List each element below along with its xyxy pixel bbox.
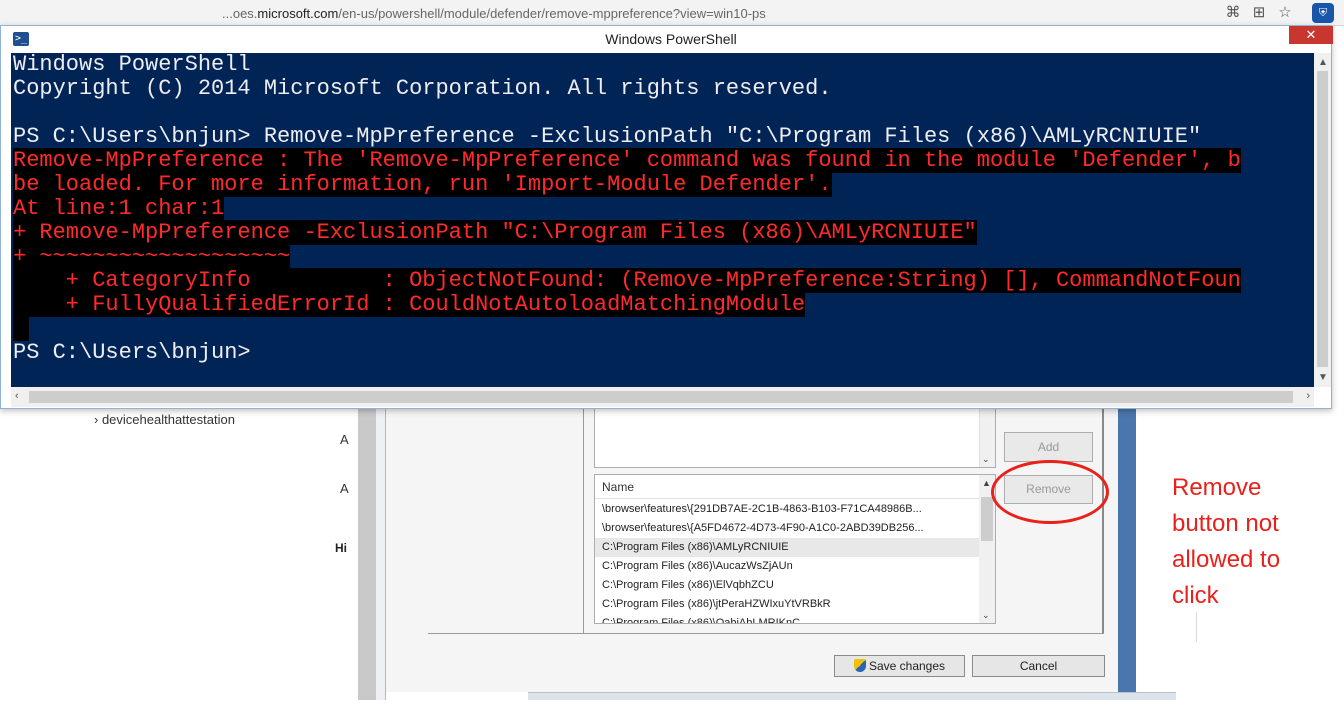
- address-bar[interactable]: ...oes.microsoft.com/en-us/powershell/mo…: [222, 6, 766, 21]
- save-changes-label: Save changes: [868, 659, 946, 673]
- save-changes-button[interactable]: Save changes: [834, 655, 965, 677]
- chevron-down-icon[interactable]: ⌄: [982, 610, 990, 621]
- console-output[interactable]: Windows PowerShell Copyright (C) 2014 Mic…: [11, 53, 1314, 387]
- console-line: [13, 317, 1241, 341]
- vertical-scrollbar[interactable]: ▲ ▼: [1314, 53, 1331, 387]
- side-text-fragment: A: [340, 481, 349, 496]
- list-item[interactable]: C:\Program Files (x86)\OabjAbLMRIKnC: [595, 614, 980, 623]
- chevron-down-icon[interactable]: ▼: [1318, 372, 1328, 383]
- translate-icon[interactable]: ⌘: [1224, 4, 1242, 22]
- background-column-edge: [376, 408, 386, 700]
- console-text: PS C:\Users\bnjun>: [13, 340, 251, 365]
- star-icon[interactable]: ☆: [1276, 4, 1294, 22]
- uac-shield-icon: [853, 659, 866, 672]
- reader-icon[interactable]: ⊞: [1250, 4, 1268, 22]
- console-text: Copyright (C) 2014 Microsoft Corporation…: [13, 76, 832, 101]
- exclusion-path-input[interactable]: ⌄: [594, 404, 996, 468]
- dialog-frame-bottom: [528, 692, 1176, 700]
- window-title: Windows PowerShell: [605, 31, 737, 47]
- list-scrollbar-thumb[interactable]: [981, 497, 993, 541]
- console-error-text: At line:1 char:1: [13, 196, 225, 221]
- annotation-line: click: [1172, 582, 1219, 609]
- chevron-up-icon[interactable]: ▲: [982, 478, 991, 488]
- close-button[interactable]: ✕: [1289, 26, 1333, 44]
- browser-toolbar: ...oes.microsoft.com/en-us/powershell/mo…: [0, 0, 1344, 26]
- console-line: PS C:\Users\bnjun> Remove-MpPreference -…: [13, 125, 1241, 149]
- console-line: Remove-MpPreference : The 'Remove-MpPref…: [13, 148, 1241, 173]
- console-line: + CategoryInfo : ObjectNotFound: (Remove…: [13, 268, 1241, 293]
- console-line: PS C:\Users\bnjun>: [13, 341, 1241, 365]
- divider: [428, 633, 583, 634]
- console-error-text: Remove-MpPreference : The 'Remove-MpPref…: [13, 148, 1241, 173]
- url-prefix: ...oes.: [222, 6, 258, 21]
- list-item[interactable]: C:\Program Files (x86)\jtPeraHZWIxuYtVRB…: [595, 595, 980, 614]
- console-line: At line:1 char:1: [13, 196, 1241, 221]
- cancel-button[interactable]: Cancel: [972, 655, 1105, 677]
- chevron-up-icon[interactable]: ▲: [1318, 57, 1328, 68]
- divider: [583, 633, 1104, 634]
- exclusions-list[interactable]: Name \browser\features\{291DB7AE-2C1B-48…: [594, 474, 996, 624]
- side-text-fragment: A: [340, 432, 349, 447]
- shield-extension-icon[interactable]: ⛨: [1312, 3, 1334, 23]
- annotation-line: button not: [1172, 510, 1279, 537]
- chevron-left-icon[interactable]: ‹: [15, 390, 19, 402]
- annotation-note: Remove button not allowed to click: [1172, 470, 1332, 614]
- console-text: PS C:\Users\bnjun> Remove-MpPreference -…: [13, 124, 1202, 149]
- list-item[interactable]: \browser\features\{A5FD4672-4D73-4F90-A1…: [595, 519, 980, 538]
- nav-tree-item[interactable]: › devicehealthattestation: [94, 412, 235, 427]
- list-item[interactable]: \browser\features\{291DB7AE-2C1B-4863-B1…: [595, 500, 980, 519]
- list-item-selected[interactable]: C:\Program Files (x86)\AMLyRCNIUIE: [595, 538, 980, 557]
- console-lines: Windows PowerShell Copyright (C) 2014 Mic…: [13, 53, 1241, 365]
- horizontal-scrollbar-thumb[interactable]: [29, 391, 1293, 403]
- horizontal-scrollbar[interactable]: ‹ ›: [11, 387, 1314, 407]
- console-line: + Remove-MpPreference -ExclusionPath "C:…: [13, 220, 1241, 245]
- console-line: Copyright (C) 2014 Microsoft Corporation…: [13, 77, 1241, 101]
- annotation-line: Remove: [1172, 474, 1262, 501]
- console-error-text: + Remove-MpPreference -ExclusionPath "C:…: [13, 220, 977, 245]
- title-bar[interactable]: >_ Windows PowerShell ✕: [1, 26, 1333, 53]
- list-item[interactable]: C:\Program Files (x86)\ElVqbhZCU: [595, 576, 980, 595]
- console-error-text: + ~~~~~~~~~~~~~~~~~~~: [13, 244, 291, 269]
- console-text: Windows PowerShell: [13, 53, 251, 77]
- console-error-text: + CategoryInfo : ObjectNotFound: (Remove…: [13, 268, 1241, 293]
- chevron-right-icon[interactable]: ›: [1306, 390, 1310, 402]
- list-item[interactable]: C:\Program Files (x86)\AucazWsZjAUn: [595, 557, 980, 576]
- dialog-frame-right: [1118, 404, 1136, 700]
- powershell-window: >_ Windows PowerShell ✕ Windows PowerShe…: [0, 25, 1333, 409]
- url-domain: microsoft.com: [257, 6, 339, 21]
- textarea-scrollbar[interactable]: ⌄: [979, 404, 995, 467]
- highlight-ellipse: [991, 460, 1109, 524]
- console-line: be loaded. For more information, run 'Im…: [13, 172, 1241, 197]
- add-button[interactable]: Add: [1004, 432, 1093, 462]
- bold-text-fragment: Hi: [335, 541, 347, 555]
- nav-tree-item-label: devicehealthattestation: [101, 412, 235, 427]
- vertical-scrollbar-thumb[interactable]: [1317, 71, 1328, 367]
- console-line: + ~~~~~~~~~~~~~~~~~~~: [13, 244, 1241, 269]
- console-line: Windows PowerShell: [13, 53, 1241, 77]
- error-highlight: [13, 317, 29, 341]
- chevron-down-icon[interactable]: ⌄: [982, 454, 990, 465]
- divider: [1102, 404, 1104, 634]
- console-line: + FullyQualifiedErrorId : CouldNotAutolo…: [13, 292, 1241, 317]
- url-path: /en-us/powershell/module/defender/remove…: [338, 6, 766, 21]
- divider: [1196, 612, 1197, 642]
- console-error-text: + FullyQualifiedErrorId : CouldNotAutolo…: [13, 292, 806, 317]
- divider: [583, 408, 584, 634]
- console-error-text: be loaded. For more information, run 'Im…: [13, 172, 832, 197]
- annotation-line: allowed to: [1172, 546, 1281, 573]
- list-column-header-name[interactable]: Name: [595, 475, 980, 499]
- background-column: [358, 408, 376, 700]
